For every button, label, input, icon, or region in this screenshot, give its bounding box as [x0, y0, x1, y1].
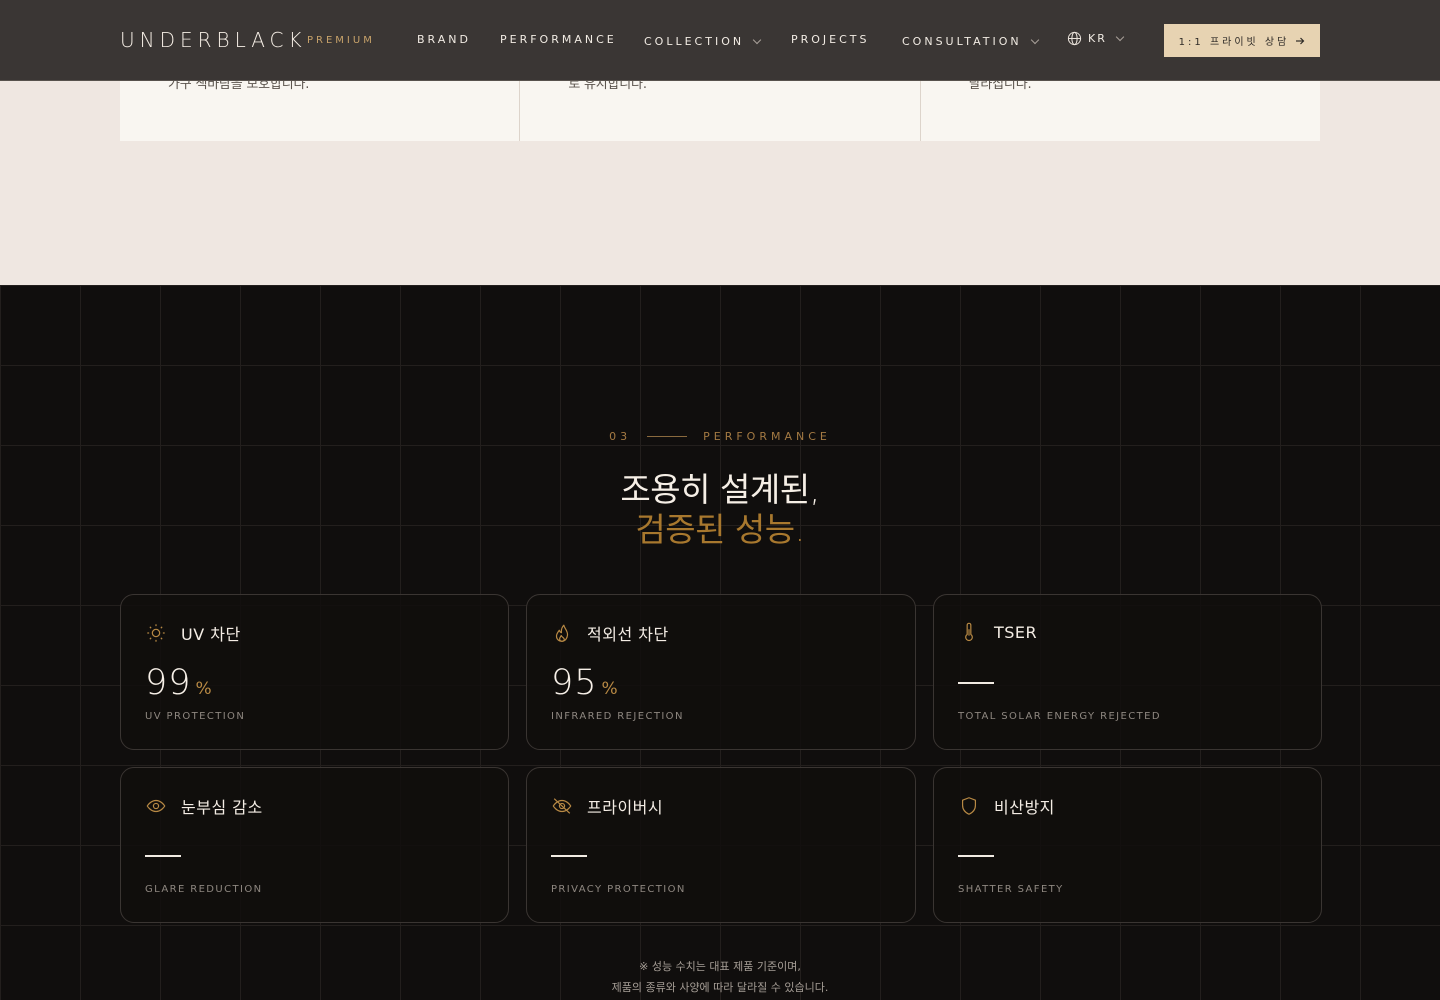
metric-placeholder-dash: [551, 855, 587, 857]
thermometer-icon: [965, 622, 973, 642]
metric-placeholder-dash: [958, 682, 994, 684]
private-consultation-button[interactable]: 1:1 프라이빗 상담: [1164, 24, 1320, 57]
cta-label: 1:1 프라이빗 상담: [1178, 37, 1290, 48]
chevron-down-icon: [1030, 35, 1039, 45]
card-title: 눈부심 감소: [181, 798, 263, 817]
nav-item-label: PROJECTS: [791, 33, 870, 46]
nav-item-collection[interactable]: COLLECTION: [644, 35, 762, 48]
card-subtitle: PRIVACY PROTECTION: [551, 884, 686, 895]
performance-card-infrared: 적외선 차단 95 % INFRARED REJECTION: [526, 594, 916, 750]
arrow-right-icon: [1296, 37, 1305, 44]
card-title: UV 차단: [181, 625, 241, 644]
site-header: UNDERBLACK PREMIUM BRAND PERFORMANCE COL…: [0, 0, 1440, 81]
card-title: 적외선 차단: [587, 625, 669, 644]
footnote-line2: 제품의 종류와 사양에 따라 달라질 수 있습니다.: [611, 981, 829, 994]
nav-item-consultation[interactable]: CONSULTATION: [902, 35, 1039, 48]
nav-item-label: BRAND: [417, 33, 471, 46]
shield-icon: [961, 797, 977, 815]
metric-placeholder-dash: [145, 855, 181, 857]
language-label: KR: [1088, 32, 1107, 45]
card-subtitle: UV PROTECTION: [145, 711, 246, 722]
flame-icon: [555, 624, 569, 642]
card-subtitle: TOTAL SOLAR ENERGY REJECTED: [958, 711, 1161, 722]
nav-item-projects[interactable]: PROJECTS: [791, 33, 870, 46]
performance-card-uv: UV 차단 99 % UV PROTECTION: [120, 594, 509, 750]
card-subtitle: INFRARED REJECTION: [551, 711, 684, 722]
performance-card-privacy: 프라이버시 PRIVACY PROTECTION: [526, 767, 916, 923]
card-subtitle: SHATTER SAFETY: [958, 884, 1064, 895]
performance-footnote: ※ 성능 수치는 대표 제품 기준이며, 제품의 종류와 사양에 따라 달라질 …: [0, 956, 1440, 998]
footnote-line1: ※ 성능 수치는 대표 제품 기준이며,: [639, 960, 801, 973]
card-subtitle: GLARE REDUCTION: [145, 884, 263, 895]
page: 가구 색바람을 보호합니다. 로 유지합니다. 달라집니다. UNDERBLAC…: [0, 0, 1440, 1000]
nav-item-performance[interactable]: PERFORMANCE: [500, 33, 617, 46]
globe-icon: [1067, 31, 1082, 46]
card-title: 프라이버시: [587, 798, 664, 817]
card-title: TSER: [994, 622, 1038, 642]
performance-card-glare: 눈부심 감소 GLARE REDUCTION: [120, 767, 509, 923]
section-label: PERFORMANCE: [703, 430, 831, 443]
chevron-down-icon: [1115, 32, 1125, 42]
nav-item-label: COLLECTION: [644, 35, 745, 48]
sun-icon: [147, 624, 165, 642]
performance-card-tser: TSER TOTAL SOLAR ENERGY REJECTED: [933, 594, 1322, 750]
eye-icon: [146, 799, 166, 813]
nav-item-label: CONSULTATION: [902, 35, 1022, 48]
eye-off-icon: [552, 798, 572, 814]
card-title: 비산방지: [994, 798, 1055, 817]
metric-value: 95: [551, 663, 598, 703]
performance-section: 03 PERFORMANCE 조용히 설계된, 검증된 성능. UV 차단 99…: [0, 285, 1440, 1000]
nav-item-label: PERFORMANCE: [500, 33, 617, 46]
logo[interactable]: UNDERBLACK: [120, 28, 307, 52]
section-number: 03: [609, 430, 632, 443]
metric-placeholder-dash: [958, 855, 994, 857]
performance-grid: UV 차단 99 % UV PROTECTION 적외선 차단 95 % INF…: [120, 594, 1322, 923]
metric-unit: %: [601, 679, 618, 699]
eyebrow-divider: [647, 436, 688, 437]
performance-card-shatter: 비산방지 SHATTER SAFETY: [933, 767, 1322, 923]
chevron-down-icon: [752, 35, 762, 45]
language-selector[interactable]: KR: [1067, 31, 1125, 46]
nav-item-brand[interactable]: BRAND: [417, 33, 471, 46]
premium-badge: PREMIUM: [307, 35, 375, 46]
metric-unit: %: [195, 679, 212, 699]
section-eyebrow: 03 PERFORMANCE: [0, 430, 1440, 443]
card-metric: 99 %: [145, 663, 212, 703]
section-heading-line2: 검증된 성능.: [635, 510, 805, 549]
metric-value: 99: [145, 663, 192, 703]
card-metric: 95 %: [551, 663, 618, 703]
